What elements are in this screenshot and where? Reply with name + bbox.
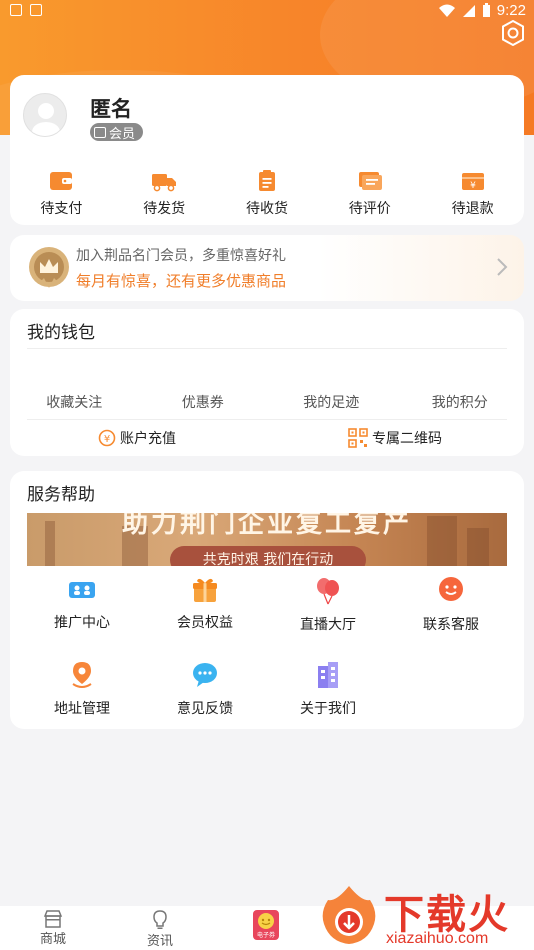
order-pending-shipment[interactable]: 待发货	[113, 170, 216, 218]
service-label: 推广中心	[54, 615, 110, 631]
qrcode-icon	[348, 428, 368, 448]
service-label: 意见反馈	[177, 701, 233, 717]
notification-icon	[10, 4, 22, 16]
location-icon	[72, 662, 92, 688]
flame-logo-icon	[322, 886, 376, 944]
qrcode-button[interactable]: 专属二维码	[348, 428, 442, 448]
tab-news[interactable]: 资讯	[130, 910, 190, 949]
vip-membership-banner[interactable]: 加入荆品名门会员，多重惊喜好礼 每月有惊喜，还有更多优惠商品	[10, 235, 524, 301]
service-label: 联系客服	[423, 617, 479, 633]
order-label: 待发货	[143, 201, 186, 217]
signal-icon	[462, 4, 475, 17]
profile-card: 匿名 会员 待支付 待发货 待收货 待评价 ¥ 待退款	[10, 75, 524, 225]
points-link[interactable]: 我的积分	[396, 392, 525, 412]
order-pending-payment[interactable]: 待支付	[10, 170, 113, 218]
member-icon	[94, 126, 106, 138]
service-label: 地址管理	[54, 701, 110, 717]
vip-subtitle: 每月有惊喜，还有更多优惠商品	[76, 272, 287, 290]
default-avatar-icon	[32, 103, 60, 136]
divider	[27, 348, 507, 349]
service-label: 直播大厅	[300, 617, 356, 633]
status-time: 9:22	[496, 2, 526, 19]
wallet-card: 我的钱包 收藏关注 优惠券 我的足迹 我的积分 ¥ 账户充值 专属二维码	[10, 309, 524, 456]
service-item-promotion[interactable]: 推广中心	[18, 576, 146, 632]
battery-icon	[482, 3, 490, 17]
coupons-link[interactable]: 优惠券	[139, 392, 268, 412]
order-label: 待评价	[348, 201, 391, 217]
section-title: 我的钱包	[27, 323, 95, 343]
username: 匿名	[90, 97, 132, 121]
tab-e-ticket[interactable]: 电子券	[236, 908, 296, 942]
wifi-icon	[438, 4, 455, 17]
balloon-icon	[317, 578, 339, 605]
service-item-customer-service[interactable]: 联系客服	[387, 576, 515, 634]
truck-icon	[152, 174, 177, 192]
promotion-icon	[69, 582, 95, 598]
order-label: 待退款	[451, 201, 494, 217]
service-label: 关于我们	[300, 701, 356, 717]
order-pending-refund[interactable]: ¥ 待退款	[421, 170, 524, 218]
watermark: 下载火 xiazaihuo.com	[316, 878, 534, 950]
divider	[27, 419, 507, 420]
qrcode-label: 专属二维码	[372, 431, 442, 447]
order-pending-review[interactable]: 待评价	[318, 170, 421, 218]
clipboard-icon	[258, 170, 275, 191]
vip-title: 加入荆品名门会员，多重惊喜好礼	[76, 248, 286, 264]
e-ticket-icon: 电子券	[253, 910, 279, 940]
order-label: 待支付	[40, 201, 83, 217]
crown-medal-icon	[29, 247, 69, 288]
wallet-shortcuts: 收藏关注 优惠券 我的足迹 我的积分	[10, 392, 524, 412]
service-item-about-us[interactable]: 关于我们	[264, 660, 392, 718]
member-badge[interactable]: 会员	[90, 123, 144, 142]
service-item-address[interactable]: 地址管理	[18, 660, 146, 718]
service-card: 服务帮助 助力荆门企业复工复产 共克时艰 我们在行动 推广中心 会员权益 直播大…	[10, 471, 524, 729]
banner-title: 助力荆门企业复工复产	[121, 513, 412, 539]
chevron-right-icon	[497, 258, 508, 276]
promo-banner[interactable]: 助力荆门企业复工复产 共克时艰 我们在行动	[27, 513, 507, 566]
service-item-feedback[interactable]: 意见反馈	[141, 660, 269, 718]
status-bar: 9:22	[0, 0, 534, 24]
svg-text:¥: ¥	[470, 181, 476, 191]
order-label: 待收货	[245, 201, 288, 217]
svg-text:¥: ¥	[104, 434, 110, 445]
recharge-label: 账户充值	[120, 431, 176, 447]
yuan-circle-icon: ¥	[98, 429, 116, 447]
service-item-live-hall[interactable]: 直播大厅	[264, 576, 392, 634]
tab-shop-label: 商城	[39, 932, 66, 947]
service-item-member-benefits[interactable]: 会员权益	[141, 576, 269, 632]
customer-service-icon	[439, 577, 463, 601]
recharge-button[interactable]: ¥ 账户充值	[98, 428, 176, 448]
member-badge-label: 会员	[109, 126, 136, 142]
banner-subtitle: 共克时艰 我们在行动	[202, 552, 334, 566]
feedback-icon	[193, 663, 217, 687]
gift-icon	[193, 578, 217, 602]
settings-gear-icon[interactable]	[500, 20, 526, 46]
order-pending-receipt[interactable]: 待收货	[216, 170, 319, 218]
footprints-link[interactable]: 我的足迹	[267, 392, 396, 412]
favorites-link[interactable]: 收藏关注	[10, 392, 139, 412]
comment-icon	[358, 172, 382, 190]
tab-shop[interactable]: 商城	[23, 910, 83, 947]
watermark-url: xiazaihuo.com	[386, 930, 489, 947]
section-title: 服务帮助	[27, 485, 95, 505]
tab-news-label: 资讯	[146, 934, 173, 949]
lightbulb-icon	[153, 910, 167, 929]
shop-icon	[43, 910, 63, 928]
building-icon	[318, 662, 338, 688]
notification-icon	[30, 4, 42, 16]
avatar[interactable]	[23, 93, 67, 137]
wallet-icon	[50, 172, 73, 190]
order-status-row: 待支付 待发货 待收货 待评价 ¥ 待退款	[10, 170, 524, 218]
refund-icon: ¥	[461, 173, 484, 191]
e-ticket-text: 电子券	[257, 931, 275, 939]
service-label: 会员权益	[177, 615, 233, 631]
